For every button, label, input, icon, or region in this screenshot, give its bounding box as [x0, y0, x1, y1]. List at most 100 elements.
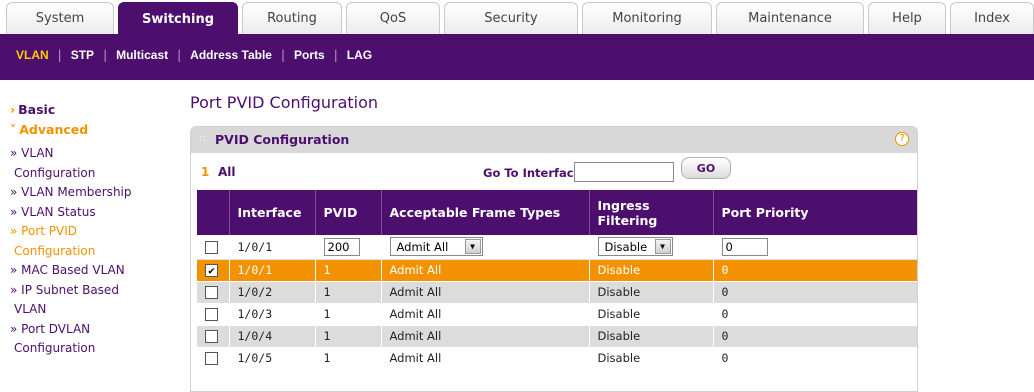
cell-pvid: 1 [315, 281, 382, 304]
cell-pvid: 1 [315, 347, 382, 370]
sidebar-basic[interactable]: › Basic [10, 102, 55, 117]
edit-row-interface: 1/0/1 [229, 235, 316, 260]
header-priority: Port Priority [713, 190, 917, 235]
tab-routing[interactable]: Routing [242, 2, 342, 34]
row-checkbox[interactable]: ✔ [205, 264, 218, 277]
dropdown-arrow-icon: ▼ [464, 239, 481, 255]
edit-row: 1/0/1 200 Admit All ▼ Disable ▼ 0 [197, 235, 917, 260]
subnav-stp[interactable]: STP [71, 48, 94, 62]
pvid-input[interactable]: 200 [323, 237, 360, 256]
port-priority-input[interactable]: 0 [721, 237, 768, 256]
edit-row-checkbox[interactable] [205, 240, 218, 254]
edit-row-select [197, 235, 230, 260]
cell-ingress: Disable [589, 303, 714, 326]
table-row[interactable]: 1/0/3 1 Admit All Disable 0 [197, 303, 917, 326]
pvid-table: Interface PVID Acceptable Frame Types In… [197, 190, 917, 370]
row-checkbox[interactable] [205, 352, 218, 365]
cell-interface: 1/0/5 [229, 347, 316, 370]
cell-priority: 0 [713, 259, 917, 282]
sidebar-link-line[interactable]: » MAC Based VLAN [10, 263, 125, 277]
ingress-filtering-value: Disable [604, 239, 648, 254]
header-interface: Interface [229, 190, 316, 235]
table-header-row: Interface PVID Acceptable Frame Types In… [197, 190, 917, 235]
sidebar-link-line[interactable]: VLAN [14, 302, 46, 316]
cell-interface: 1/0/1 [229, 259, 316, 282]
help-icon[interactable]: ? [895, 132, 909, 146]
cell-frame-types: Admit All [381, 325, 590, 348]
tab-system[interactable]: System [6, 2, 114, 34]
chevron-right-icon: › [10, 102, 16, 117]
tab-help[interactable]: Help [868, 2, 946, 34]
cell-priority: 0 [713, 281, 917, 304]
row-select-cell [197, 303, 230, 326]
sidebar-link-line[interactable]: » IP Subnet Based [10, 283, 119, 297]
all-link[interactable]: All [218, 165, 236, 179]
header-pvid: PVID [315, 190, 382, 235]
tab-security[interactable]: Security [444, 2, 578, 34]
tab-index[interactable]: Index [950, 2, 1034, 34]
subnav-ports[interactable]: Ports [294, 48, 325, 62]
row-checkbox[interactable] [205, 308, 218, 321]
sidebar-link-line[interactable]: Configuration [14, 341, 95, 355]
goto-interface-row: 1 All Go To Interface GO [191, 153, 917, 190]
dropdown-arrow-icon: ▼ [654, 239, 671, 255]
tab-monitoring[interactable]: Monitoring [582, 2, 712, 34]
unit-number: 1 [201, 165, 210, 179]
table-row[interactable]: 1/0/5 1 Admit All Disable 0 [197, 347, 917, 370]
page-title: Port PVID Configuration [190, 93, 379, 112]
go-button[interactable]: GO [681, 157, 731, 179]
cell-ingress: Disable [589, 325, 714, 348]
cell-frame-types: Admit All [381, 281, 590, 304]
sidebar-link-line[interactable]: Configuration [14, 166, 95, 180]
subnav-separator: | [177, 48, 182, 62]
chevron-down-icon: ˅ [10, 122, 17, 137]
row-checkbox[interactable] [205, 330, 218, 343]
subnav-vlan[interactable]: VLAN [16, 48, 49, 62]
sidebar-link-line[interactable]: » Port PVID [10, 224, 77, 238]
sidebar-advanced[interactable]: ˅ Advanced [10, 122, 88, 137]
row-select-cell [197, 281, 230, 304]
cell-pvid: 1 [315, 259, 382, 282]
tab-qos[interactable]: QoS [346, 2, 440, 34]
subnav-separator: | [333, 48, 338, 62]
goto-interface-input[interactable] [574, 162, 674, 182]
edit-row-priority-cell: 0 [713, 235, 917, 260]
cell-interface: 1/0/2 [229, 281, 316, 304]
table-row[interactable]: ✔ 1/0/1 1 Admit All Disable 0 [197, 259, 917, 282]
cell-frame-types: Admit All [381, 303, 590, 326]
subnav-multicast[interactable]: Multicast [116, 48, 168, 62]
cell-interface: 1/0/4 [229, 325, 316, 348]
subnav-separator: | [280, 48, 286, 62]
cell-interface: 1/0/3 [229, 303, 316, 326]
tab-maintenance[interactable]: Maintenance [716, 2, 864, 34]
row-select-cell [197, 325, 230, 348]
edit-row-pvid-cell: 200 [315, 235, 382, 260]
sub-navigation: VLAN | STP | Multicast | Address Table |… [0, 34, 1034, 80]
subnav-separator: | [103, 48, 108, 62]
tab-switching[interactable]: Switching [118, 2, 238, 36]
ingress-filtering-select[interactable]: Disable ▼ [597, 237, 673, 257]
frame-types-select[interactable]: Admit All ▼ [389, 237, 483, 257]
sidebar-link-line[interactable]: Configuration [14, 244, 95, 258]
edit-row-ingress-cell: Disable ▼ [589, 235, 714, 260]
panel-header: :: PVID Configuration ? [191, 127, 917, 153]
cell-priority: 0 [713, 347, 917, 370]
cell-ingress: Disable [589, 259, 714, 282]
header-select [197, 190, 230, 235]
sidebar-link-line[interactable]: » VLAN [10, 146, 54, 160]
row-checkbox[interactable] [205, 286, 218, 299]
table-row[interactable]: 1/0/4 1 Admit All Disable 0 [197, 325, 917, 348]
sidebar-link-line[interactable]: » VLAN Status [10, 205, 96, 219]
top-navigation: System Switching Routing QoS Security Mo… [0, 0, 1034, 36]
subnav-address-table[interactable]: Address Table [190, 48, 272, 62]
edit-row-frame-cell: Admit All ▼ [381, 235, 590, 260]
sidebar-basic-label: Basic [18, 102, 56, 117]
cell-ingress: Disable [589, 347, 714, 370]
cell-pvid: 1 [315, 325, 382, 348]
sidebar-link-line[interactable]: » VLAN Membership [10, 185, 132, 199]
sidebar: › Basic ˅ Advanced » VLAN Configuration » VL… [0, 80, 176, 392]
header-ingress: Ingress Filtering [589, 190, 714, 235]
table-row[interactable]: 1/0/2 1 Admit All Disable 0 [197, 281, 917, 304]
subnav-lag[interactable]: LAG [347, 48, 372, 62]
sidebar-link-line[interactable]: » Port DVLAN [10, 322, 90, 336]
